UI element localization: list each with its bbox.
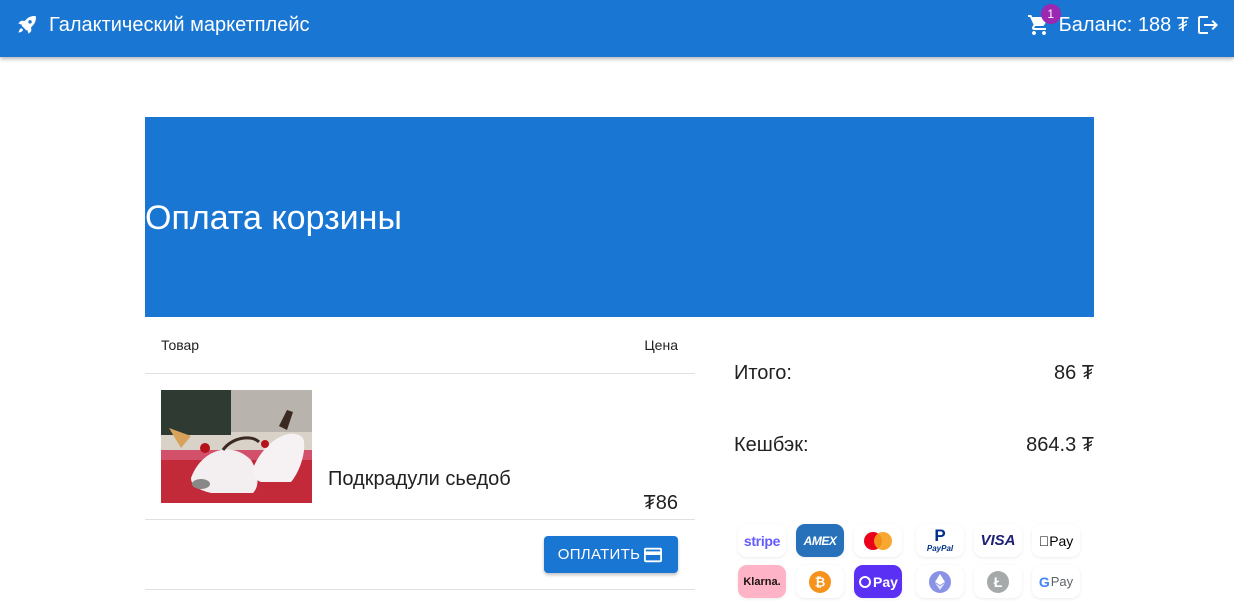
app-bar: Галактический маркетплейс 1 Баланс: 188 … — [0, 0, 1234, 57]
column-header-item: Товар — [161, 337, 200, 353]
apple-pay-logo:  Pay — [1032, 524, 1080, 557]
credit-card-icon — [644, 547, 663, 562]
hero-banner: Оплата корзины — [145, 117, 1094, 317]
brand[interactable]: Галактический маркетплейс — [16, 0, 310, 50]
page-title: Оплата корзины — [145, 199, 402, 237]
paypal-logo: P PayPal — [916, 524, 964, 557]
table-row: Подкрадули сьедоб ₮86 — [145, 374, 695, 520]
bitcoin-logo: ₿ — [796, 565, 844, 598]
cart-table: Товар Цена Подкрадули сьедоб ₮86 ОПЛАТИТ… — [145, 317, 695, 590]
svg-text:₿: ₿ — [815, 574, 826, 589]
cashback-label: Кешбэк: — [734, 434, 809, 456]
total-value: 86 ₮ — [1053, 362, 1094, 384]
svg-text:Ł: Ł — [994, 574, 1003, 590]
table-footer: ОПЛАТИТЬ — [145, 520, 695, 590]
balance-text: Баланс: 188 ₮ — [1058, 13, 1189, 36]
pay-button[interactable]: ОПЛАТИТЬ — [544, 536, 678, 573]
pay-button-label: ОПЛАТИТЬ — [557, 546, 641, 563]
ethereum-logo — [916, 565, 964, 598]
visa-logo: VISA — [974, 524, 1022, 557]
column-header-price: Цена — [644, 337, 678, 353]
product-name: Подкрадули сьедоб — [328, 468, 511, 490]
cashback-value: 864.3 ₮ — [1026, 434, 1094, 456]
opay-logo: Pay — [854, 565, 902, 598]
total-label: Итого: — [734, 362, 792, 384]
klarna-logo: Klarna. — [738, 565, 786, 598]
mastercard-logo — [854, 524, 902, 557]
cart-button[interactable]: 1 — [1027, 4, 1061, 37]
google-pay-logo: G Pay — [1032, 565, 1080, 598]
cashback-row: Кешбэк: 864.3 ₮ — [734, 434, 1094, 464]
product-image — [161, 390, 312, 503]
table-header: Товар Цена — [145, 317, 695, 374]
litecoin-logo: Ł — [974, 565, 1022, 598]
stripe-logo: stripe — [738, 524, 786, 557]
total-row: Итого: 86 ₮ — [734, 362, 1094, 392]
product-price: ₮86 — [643, 492, 678, 514]
logout-icon[interactable] — [1196, 13, 1220, 37]
app-title: Галактический маркетплейс — [49, 13, 310, 36]
rocket-icon — [18, 16, 36, 34]
amex-logo: AMEX — [796, 524, 844, 557]
cart-count-badge: 1 — [1040, 4, 1061, 24]
